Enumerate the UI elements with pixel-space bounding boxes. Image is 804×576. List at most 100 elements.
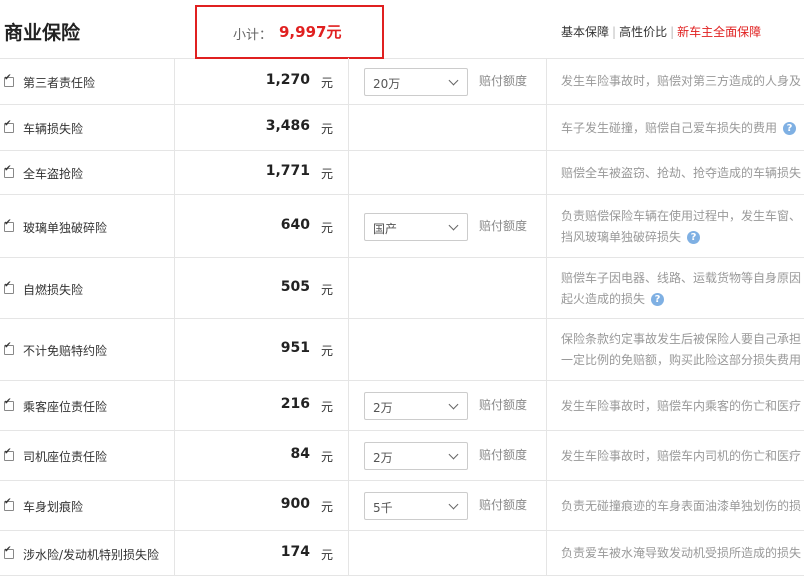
plan-links: 基本保障 | 高性价比 | 新车主全面保障 <box>561 23 761 40</box>
select-checkbox[interactable] <box>4 164 14 178</box>
select-checkbox[interactable] <box>4 497 14 511</box>
insurance-row: 全车盗抢险 1,771 元 赔偿全车被盗窃、抢劫、抢夺造成的车辆损失 <box>0 151 804 195</box>
insurance-description: 赔偿车子因电器、线路、运载货物等自身原因起火造成的损失? <box>561 268 804 310</box>
premium-amount: 174 <box>280 543 310 560</box>
premium-amount: 1,270 <box>265 71 310 88</box>
column-divider <box>348 319 349 380</box>
currency-unit: 元 <box>321 220 334 235</box>
insurance-description: 发生车险事故时，赔偿对第三方造成的人身及财产损失 <box>561 71 804 92</box>
separator: | <box>612 25 617 39</box>
select-checkbox[interactable] <box>4 447 14 461</box>
coverage-select[interactable]: 2万 <box>364 442 468 470</box>
currency-unit: 元 <box>321 547 334 562</box>
insurance-description: 负责无碰撞痕迹的车身表面油漆单独划伤的损失 <box>561 496 804 517</box>
insurance-name: 不计免赔特约险 <box>23 344 108 358</box>
description-text: 赔偿全车被盗窃、抢劫、抢夺造成的车辆损失 <box>561 165 802 180</box>
column-divider <box>348 431 349 480</box>
insurance-name: 司机座位责任险 <box>23 450 108 464</box>
coverage-select[interactable]: 5千 <box>364 492 468 520</box>
currency-unit: 元 <box>321 450 334 464</box>
coverage-label: 赔付额度 <box>479 73 528 88</box>
select-checkbox[interactable] <box>4 119 14 133</box>
chevron-down-icon <box>448 75 459 85</box>
insurance-description: 赔偿全车被盗窃、抢劫、抢夺造成的车辆损失 <box>561 163 804 184</box>
premium-amount: 951 <box>280 340 310 356</box>
insurance-name: 玻璃单独破碎险 <box>23 220 108 235</box>
select-checkbox[interactable] <box>4 397 14 411</box>
column-divider <box>546 195 547 257</box>
coverage-select-value: 2万 <box>373 451 393 465</box>
column-divider <box>546 431 547 480</box>
insurance-row: 涉水险/发动机特别损失险 174 元 负责爱车被水淹导致发动机受损所造成的损失 <box>0 531 804 576</box>
premium-amount: 84 <box>290 446 310 462</box>
subtotal-label: 小计： <box>233 28 273 43</box>
column-divider <box>174 319 175 380</box>
insurance-list: 第三者责任险1,270元20万赔付额度发生车险事故时，赔偿对第三方造成的人身及财… <box>0 58 804 576</box>
select-checkbox[interactable] <box>4 280 14 294</box>
plan-link-value[interactable]: 高性价比 <box>619 25 667 39</box>
select-checkbox[interactable] <box>4 218 14 232</box>
select-checkbox[interactable] <box>4 73 14 87</box>
insurance-row: 不计免赔特约险 951 元 保险条款约定事故发生后被保险人要自己承担一定比例的免赔额，… <box>0 319 804 381</box>
description-text: 负责爱车被水淹导致发动机受损所造成的损失 <box>561 546 802 560</box>
description-text: 发生车险事故时，赔偿车内乘客的伤亡和医疗费用 <box>561 398 802 413</box>
coverage-select[interactable]: 20万 <box>364 67 468 96</box>
insurance-description: 负责爱车被水淹导致发动机受损所造成的损失 <box>561 543 804 564</box>
chevron-down-icon <box>448 449 459 460</box>
header: 商业保险 小计： 9,997元 基本保障 | 高性价比 | 新车主全面保障 <box>0 0 804 59</box>
column-divider <box>546 319 547 380</box>
insurance-row: 车辆损失险 3,486 元 车子发生碰撞，赔偿自己爱车损失的费用? <box>0 105 804 151</box>
insurance-name: 自燃损失险 <box>23 282 84 297</box>
premium-amount: 640 <box>280 216 310 233</box>
separator: | <box>670 25 675 39</box>
column-divider <box>174 431 175 480</box>
column-divider <box>546 481 547 530</box>
insurance-name: 乘客座位责任险 <box>23 400 108 414</box>
column-divider <box>348 105 349 150</box>
insurance-row: 第三者责任险 1,270 元 20万 赔付额度 发生车险事故时，赔偿对第三方造成的人身及财… <box>0 58 804 105</box>
insurance-description: 车子发生碰撞，赔偿自己爱车损失的费用? <box>561 118 804 139</box>
insurance-name: 涉水险/发动机特别损失险 <box>23 547 160 562</box>
select-checkbox[interactable] <box>4 545 14 559</box>
subtotal-value: 9,997元 <box>279 23 342 41</box>
column-divider <box>174 381 175 430</box>
column-divider <box>348 195 349 257</box>
coverage-label: 赔付额度 <box>479 448 528 462</box>
help-icon[interactable]: ? <box>687 230 701 244</box>
description-text: 发生车险事故时，赔偿对第三方造成的人身及财产损失 <box>561 74 802 88</box>
currency-unit: 元 <box>321 400 334 414</box>
column-divider <box>348 531 349 575</box>
column-divider <box>348 481 349 530</box>
column-divider <box>174 105 175 150</box>
help-icon[interactable]: ? <box>651 292 665 306</box>
column-divider <box>546 105 547 150</box>
plan-link-full[interactable]: 新车主全面保障 <box>677 25 761 39</box>
premium-amount: 900 <box>280 496 310 512</box>
column-divider <box>174 195 175 257</box>
column-divider <box>174 258 175 318</box>
column-divider <box>174 531 175 575</box>
help-icon[interactable]: ? <box>783 121 797 135</box>
column-divider <box>348 58 349 104</box>
plan-link-basic[interactable]: 基本保障 <box>561 25 609 39</box>
description-text: 保险条款约定事故发生后被保险人要自己承担一定比例的免赔额，购买此险这部分损失费用… <box>561 332 802 367</box>
insurance-description: 发生车险事故时，赔偿车内司机的伤亡和医疗费用 <box>561 446 804 467</box>
currency-unit: 元 <box>321 75 334 90</box>
chevron-down-icon <box>448 399 459 410</box>
premium-amount: 216 <box>280 396 310 412</box>
insurance-row: 司机座位责任险 84 元 2万 赔付额度 发生车险事故时，赔偿车内司机的伤亡和医疗费用 <box>0 431 804 481</box>
coverage-select[interactable]: 2万 <box>364 392 468 420</box>
column-divider <box>348 381 349 430</box>
column-divider <box>348 258 349 318</box>
coverage-select[interactable]: 国产 <box>364 212 468 241</box>
coverage-select-value: 2万 <box>373 401 393 415</box>
select-checkbox[interactable] <box>4 341 14 355</box>
column-divider <box>174 151 175 194</box>
currency-unit: 元 <box>321 122 334 136</box>
insurance-description: 保险条款约定事故发生后被保险人要自己承担一定比例的免赔额，购买此险这部分损失费用… <box>561 329 804 371</box>
insurance-name: 车辆损失险 <box>23 122 84 136</box>
column-divider <box>546 258 547 318</box>
currency-unit: 元 <box>321 344 334 358</box>
column-divider <box>546 58 547 104</box>
insurance-row: 玻璃单独破碎险 640 元 国产 赔付额度 负责赔偿保险车辆在使用过程中，发生车窗、挡风玻… <box>0 195 804 258</box>
